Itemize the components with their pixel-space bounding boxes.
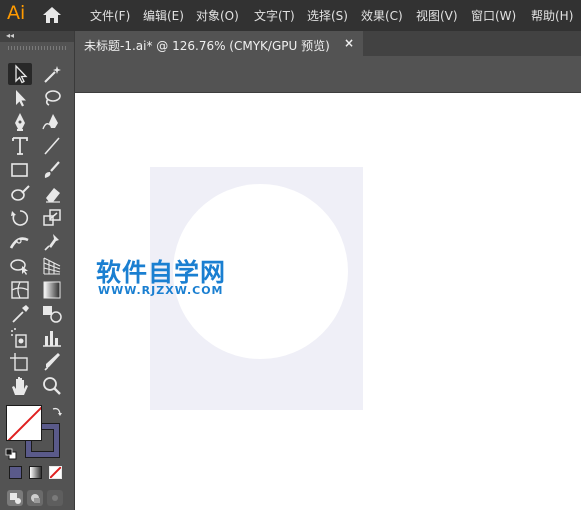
shape-builder-tool-icon[interactable] <box>8 255 32 277</box>
menu-bar: Ai 文件(F) 编辑(E) 对象(O) 文字(T) 选择(S) 效果(C) 视… <box>0 0 581 31</box>
tools-panel: ◂◂ <box>0 31 75 510</box>
type-tool-icon[interactable] <box>8 135 32 157</box>
hand-tool-icon[interactable] <box>8 375 32 397</box>
close-icon[interactable]: × <box>344 36 354 50</box>
menu-type[interactable]: 文字(T) <box>254 7 295 24</box>
default-colors-icon[interactable] <box>5 445 17 460</box>
column-graph-tool-icon[interactable] <box>40 327 64 349</box>
menu-effect[interactable]: 效果(C) <box>361 7 403 24</box>
watermark-url: WWW.RJZXW.COM <box>98 284 224 297</box>
gradient-mode-icon[interactable] <box>29 466 42 479</box>
zoom-tool-icon[interactable] <box>40 375 64 397</box>
home-icon[interactable] <box>41 5 63 25</box>
color-mode-icon[interactable] <box>9 466 22 479</box>
pasteboard <box>75 56 581 93</box>
menu-object[interactable]: 对象(O) <box>196 7 239 24</box>
draw-inside-icon[interactable] <box>47 490 63 506</box>
pen-tool-icon[interactable] <box>8 111 32 133</box>
gradient-tool-icon[interactable] <box>40 279 64 301</box>
draw-behind-icon[interactable] <box>27 490 43 506</box>
artboard-canvas[interactable]: 软件自学网 WWW.RJZXW.COM <box>75 93 581 510</box>
lasso-tool-icon[interactable] <box>40 87 64 109</box>
rotate-tool-icon[interactable] <box>8 207 32 229</box>
menu-select[interactable]: 选择(S) <box>307 7 348 24</box>
menu-file[interactable]: 文件(F) <box>90 7 130 24</box>
collapse-panel-icon[interactable]: ◂◂ <box>6 31 14 40</box>
document-tab-bar: 未标题-1.ai* @ 126.76% (CMYK/GPU 预览) × <box>75 31 581 56</box>
fill-swatch[interactable] <box>6 405 42 441</box>
width-tool-icon[interactable] <box>8 231 32 253</box>
scale-tool-icon[interactable] <box>40 207 64 229</box>
document-tab-title: 未标题-1.ai* @ 126.76% (CMYK/GPU 预览) <box>84 39 330 53</box>
slice-tool-icon[interactable] <box>40 351 64 373</box>
perspective-grid-tool-icon[interactable] <box>40 255 64 277</box>
panel-grip[interactable] <box>8 46 66 50</box>
symbol-sprayer-tool-icon[interactable] <box>8 327 32 349</box>
menu-view[interactable]: 视图(V) <box>416 7 458 24</box>
document-tab[interactable]: 未标题-1.ai* @ 126.76% (CMYK/GPU 预览) × <box>75 31 363 56</box>
app-logo: Ai <box>7 2 26 24</box>
menu-window[interactable]: 窗口(W) <box>471 7 516 24</box>
rectangle-tool-icon[interactable] <box>8 159 32 181</box>
eraser-tool-icon[interactable] <box>40 183 64 205</box>
menu-help[interactable]: 帮助(H) <box>531 7 573 24</box>
draw-normal-icon[interactable] <box>7 490 23 506</box>
direct-selection-tool-icon[interactable] <box>8 87 32 109</box>
artboard-tool-icon[interactable] <box>8 351 32 373</box>
magic-wand-tool-icon[interactable] <box>40 63 64 85</box>
menu-edit[interactable]: 编辑(E) <box>143 7 184 24</box>
tools-panel-header: ◂◂ <box>0 31 74 42</box>
paintbrush-tool-icon[interactable] <box>40 159 64 181</box>
puppet-warp-tool-icon[interactable] <box>40 231 64 253</box>
line-segment-tool-icon[interactable] <box>40 135 64 157</box>
none-mode-icon[interactable] <box>49 466 62 479</box>
selection-tool-icon[interactable] <box>8 63 32 85</box>
swap-fill-stroke-icon[interactable] <box>50 404 64 418</box>
mesh-tool-icon[interactable] <box>8 279 32 301</box>
blend-tool-icon[interactable] <box>40 303 64 325</box>
curvature-tool-icon[interactable] <box>40 111 64 133</box>
eyedropper-tool-icon[interactable] <box>8 303 32 325</box>
shaper-tool-icon[interactable] <box>8 183 32 205</box>
